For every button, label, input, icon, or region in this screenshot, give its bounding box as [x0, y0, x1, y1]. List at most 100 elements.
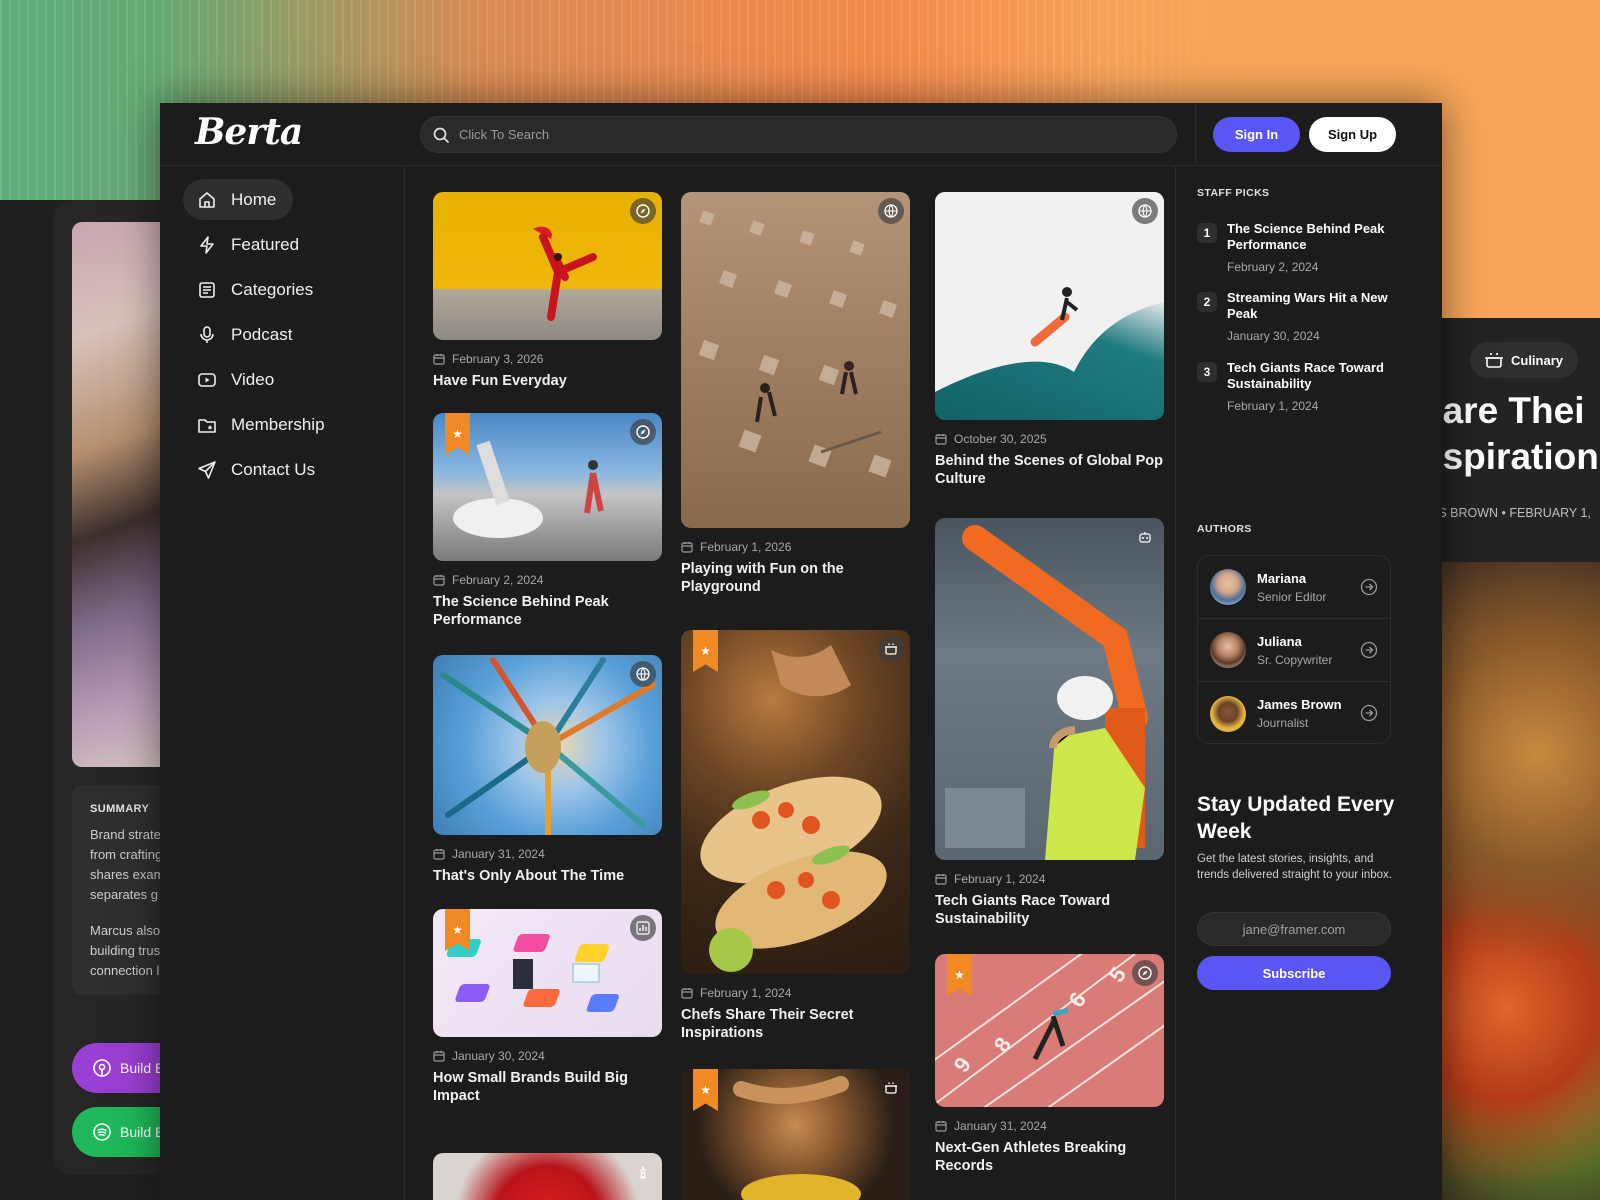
post-card[interactable]: ★ February 1, 2024 Chefs Share Their Sec… — [681, 630, 910, 1042]
post-card[interactable]: 9865 ★ January 31, 2024 Next-Gen Athlete… — [935, 954, 1164, 1175]
sidebar-item-label: Video — [231, 369, 275, 389]
author-item[interactable]: Juliana Sr. Copywriter — [1198, 619, 1390, 682]
pick-number: 1 — [1197, 223, 1217, 243]
post-date: January 31, 2024 — [433, 847, 662, 861]
author-role: Journalist — [1257, 716, 1309, 730]
pick-title[interactable]: Tech Giants Race Toward Sustainability — [1227, 360, 1397, 392]
robot-icon — [1139, 532, 1151, 543]
post-date: October 30, 2025 — [935, 432, 1164, 446]
sidebar-item-contact[interactable]: Contact Us — [183, 449, 383, 490]
post-date: February 3, 2026 — [433, 352, 662, 366]
categories-icon — [199, 281, 215, 298]
post-date-text: February 1, 2024 — [954, 872, 1046, 886]
post-date-text: January 31, 2024 — [954, 1119, 1047, 1133]
post-card[interactable]: February 3, 2026 Have Fun Everyday — [433, 192, 662, 390]
post-card[interactable]: ★ February 2, 2024 The Science Behind Pe… — [433, 413, 662, 629]
post-title[interactable]: Next-Gen Athletes Breaking Records — [935, 1139, 1164, 1175]
pick-date: February 2, 2024 — [1227, 260, 1319, 274]
globe-icon — [884, 204, 898, 218]
sidebar-item-categories[interactable]: Categories — [183, 269, 383, 310]
spotify-icon — [93, 1123, 111, 1141]
pick-number: 2 — [1197, 292, 1217, 312]
author-name: James Brown — [1257, 697, 1342, 712]
category-badge — [878, 636, 904, 662]
post-title[interactable]: Playing with Fun on the Playground — [681, 560, 910, 596]
author-name: Mariana — [1257, 570, 1307, 586]
pot-icon — [885, 643, 897, 655]
author-item[interactable]: Mariana Senior Editor — [1198, 556, 1390, 619]
pot-icon — [1484, 353, 1503, 368]
post-card[interactable]: ★ January 30, 2024 How Small Brands Buil… — [433, 909, 662, 1105]
sidebar-item-featured[interactable]: Featured — [183, 224, 383, 265]
post-date-text: January 31, 2024 — [452, 847, 545, 861]
post-title[interactable]: Behind the Scenes of Global Pop Culture — [935, 452, 1164, 488]
post-title[interactable]: The Science Behind Peak Performance — [433, 593, 662, 629]
category-badge — [1132, 198, 1158, 224]
post-title[interactable]: Chefs Share Their Secret Inspirations — [681, 1006, 910, 1042]
sidebar-nav: Home Featured Categories Podcast Video M… — [183, 179, 383, 494]
calendar-icon — [935, 434, 947, 445]
sign-in-button[interactable]: Sign In — [1213, 117, 1300, 152]
author-item[interactable]: James Brown Journalist — [1198, 682, 1390, 745]
post-title[interactable]: How Small Brands Build Big Impact — [433, 1069, 662, 1105]
sidebar-item-label: Podcast — [231, 324, 293, 344]
sidebar-item-podcast[interactable]: Podcast — [183, 314, 383, 355]
arrow-right-circle-icon[interactable] — [1360, 704, 1378, 722]
avatar — [1210, 695, 1246, 732]
chip-label: Culinary — [1510, 352, 1563, 368]
calendar-icon — [681, 988, 693, 999]
svg-text:9: 9 — [949, 1052, 977, 1076]
subscribe-button[interactable]: Subscribe — [1197, 956, 1391, 990]
post-card[interactable]: January 31, 2024 That's Only About The T… — [433, 655, 662, 885]
post-date-text: January 30, 2024 — [452, 1049, 545, 1063]
staff-pick-item[interactable]: 1 The Science Behind Peak Performance Feb… — [1197, 221, 1397, 274]
category-badge — [878, 198, 904, 224]
post-card[interactable]: February 1, 2024 Tech Giants Race Toward… — [935, 518, 1164, 928]
back-article-byline: ES BROWN • FEBRUARY 1, — [1430, 506, 1591, 520]
arrow-right-circle-icon[interactable] — [1360, 578, 1378, 596]
post-title[interactable]: Tech Giants Race Toward Sustainability — [935, 892, 1164, 928]
post-image: 9865 ★ — [935, 954, 1164, 1107]
pick-title[interactable]: Streaming Wars Hit a New Peak — [1227, 290, 1397, 322]
post-image — [681, 192, 910, 528]
author-role: Sr. Copywriter — [1257, 652, 1333, 667]
post-card[interactable]: October 30, 2025 Behind the Scenes of Gl… — [935, 192, 1164, 488]
staff-pick-item[interactable]: 2 Streaming Wars Hit a New Peak January 3… — [1197, 290, 1397, 343]
post-image: ★ — [433, 909, 662, 1037]
post-title[interactable]: Have Fun Everyday — [433, 372, 662, 390]
sidebar-item-video[interactable]: Video — [183, 359, 383, 400]
post-date-text: February 3, 2026 — [452, 352, 544, 366]
sidebar-item-label: Categories — [231, 279, 314, 299]
search-bar[interactable] — [420, 116, 1177, 153]
newsletter-email-field[interactable] — [1197, 912, 1391, 946]
post-card[interactable]: ★ — [681, 1069, 910, 1200]
calendar-icon — [433, 849, 445, 860]
search-icon — [433, 127, 449, 143]
post-image: ★ — [433, 413, 662, 561]
arrow-right-circle-icon[interactable] — [1360, 641, 1378, 659]
authors-list: Mariana Senior Editor Juliana Sr. Copywrit… — [1197, 555, 1391, 744]
category-badge — [630, 1159, 656, 1185]
sidebar-item-membership[interactable]: Membership — [183, 404, 383, 445]
post-card[interactable]: February 1, 2026 Playing with Fun on the… — [681, 192, 910, 596]
post-image — [433, 655, 662, 835]
top-bar: Berta Sign In Sign Up — [160, 103, 1442, 166]
pick-title[interactable]: The Science Behind Peak Performance — [1227, 221, 1397, 253]
category-badge — [630, 198, 656, 224]
post-image: ★ — [681, 1069, 910, 1200]
category-badge — [878, 1075, 904, 1101]
category-badge — [1132, 960, 1158, 986]
back-article-food-image — [1442, 562, 1600, 1200]
staff-pick-item[interactable]: 3 Tech Giants Race Toward Sustainability… — [1197, 360, 1397, 413]
authors-label: AUTHORS — [1197, 523, 1252, 535]
send-icon — [198, 460, 216, 479]
category-chip-culinary[interactable]: Culinary — [1470, 342, 1578, 378]
calendar-icon — [433, 575, 445, 586]
post-title[interactable]: That's Only About The Time — [433, 867, 662, 885]
post-card[interactable] — [433, 1153, 662, 1200]
globe-icon — [636, 667, 650, 681]
search-input[interactable] — [459, 127, 1139, 142]
brand-logo[interactable]: Berta — [195, 111, 303, 153]
sidebar-item-home[interactable]: Home — [183, 179, 293, 220]
sign-up-button[interactable]: Sign Up — [1309, 117, 1396, 152]
